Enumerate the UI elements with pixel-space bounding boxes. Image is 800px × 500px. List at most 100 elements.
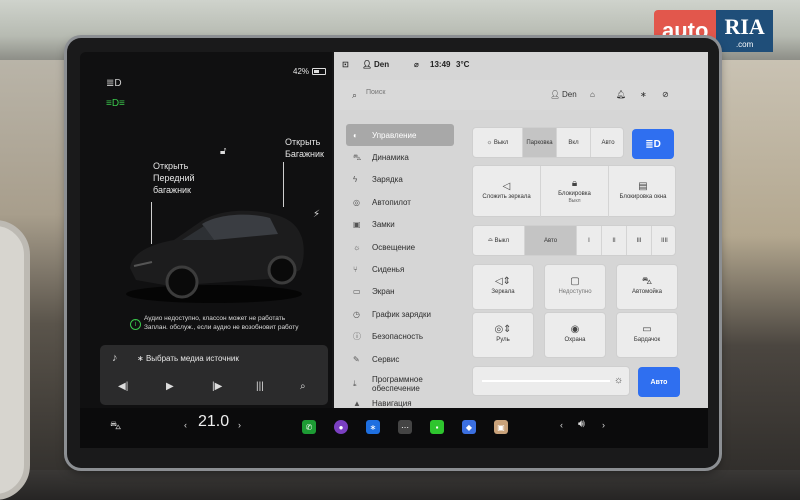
- equalizer-icon[interactable]: |||: [256, 381, 264, 392]
- headlight-button[interactable]: ≣D: [632, 129, 674, 159]
- green-app-icon[interactable]: ▪: [430, 420, 444, 434]
- bluetooth-status-icon[interactable]: ∗: [640, 90, 647, 99]
- volume-up-icon[interactable]: ›: [602, 420, 605, 430]
- lights-parking[interactable]: Парковка: [523, 128, 557, 157]
- sidebar-label: Динамика: [372, 153, 409, 163]
- profile-name[interactable]: Den: [374, 60, 389, 69]
- window-lock-button[interactable]: ▤ Блокировка окна: [609, 166, 677, 218]
- sun-small-icon: ☼: [486, 139, 494, 146]
- wipers-speed-4[interactable]: IIII: [652, 226, 677, 255]
- rear-trunk-button[interactable]: Открыть Багажник: [285, 136, 324, 160]
- bluetooth-icon[interactable]: ∗: [366, 420, 380, 434]
- steering-label: Руль: [496, 337, 510, 343]
- child-lock-button[interactable]: 🔒︎ Блокировка Выкл: [541, 166, 609, 218]
- mirrors-tile[interactable]: ◁⇕ Зеркала: [472, 264, 534, 310]
- sidebar-item-dynamics[interactable]: ⛍ Динамика: [346, 146, 454, 168]
- lights-off[interactable]: ☼ Выкл: [473, 128, 523, 157]
- photo-app-icon[interactable]: ▣: [494, 420, 508, 434]
- wipers-auto[interactable]: Авто: [525, 226, 577, 255]
- camera-icon: ▢: [570, 276, 580, 287]
- music-note-icon: ♪: [112, 352, 118, 364]
- sidebar-item-seats[interactable]: ⑂ Сиденья: [346, 258, 454, 280]
- cabin-temperature[interactable]: 21.0: [198, 413, 229, 431]
- media-search-icon[interactable]: ⌕: [300, 381, 306, 392]
- sidebar-item-locks[interactable]: ▣ Замки: [346, 214, 454, 236]
- brightness-sun-icon: ☼: [614, 375, 624, 386]
- car-icon[interactable]: ⛍: [110, 420, 121, 434]
- unavailable-tile: ▢ Недоступно: [544, 264, 606, 310]
- glovebox-label: Бардачок: [633, 337, 661, 343]
- user-icon[interactable]: 👤︎: [550, 90, 560, 99]
- sidebar-item-autopilot[interactable]: ◎ Автопилот: [346, 191, 454, 213]
- next-track-icon[interactable]: |▶: [212, 381, 222, 392]
- sidebar-label: Замки: [372, 220, 395, 230]
- sidebar-item-lighting[interactable]: ☼ Освещение: [346, 236, 454, 258]
- wipers-off-label: Выкл: [494, 237, 509, 244]
- car-wash-icon: ⛍: [641, 276, 653, 287]
- volume-down-icon[interactable]: ‹: [560, 420, 563, 430]
- maps-app-icon[interactable]: ◆: [462, 420, 476, 434]
- wipers-speed-1[interactable]: I: [577, 226, 602, 255]
- notification-icon[interactable]: 🔔︎: [616, 90, 626, 99]
- sidebar-item-controls[interactable]: ◐ Управление: [346, 124, 454, 147]
- steering-icon: ◎: [353, 197, 360, 207]
- brightness-slider[interactable]: [482, 380, 610, 382]
- fold-mirrors-button[interactable]: ◁ Сложить зеркала: [473, 166, 541, 218]
- sidebar-label: Зарядка: [372, 175, 403, 185]
- phone-icon[interactable]: ✆: [302, 420, 316, 434]
- lights-on[interactable]: Вкл: [557, 128, 591, 157]
- search-input[interactable]: [366, 89, 486, 96]
- toggle-icon: ◐: [353, 130, 358, 140]
- volume-icon[interactable]: 🔊︎: [578, 418, 585, 431]
- glovebox-tile[interactable]: ▭ Бардачок: [616, 312, 678, 358]
- temp-up-icon[interactable]: ›: [238, 420, 241, 430]
- car-wash-tile[interactable]: ⛍ Автомойка: [616, 264, 678, 310]
- charge-port-icon[interactable]: ⚡︎: [313, 209, 320, 220]
- sidebar-item-charging[interactable]: ϟ Зарядка: [346, 169, 454, 191]
- wipers-speed-3[interactable]: III: [627, 226, 652, 255]
- child-lock-label: Блокировка: [558, 190, 591, 197]
- more-apps-icon[interactable]: ⋯: [398, 420, 412, 434]
- lights-auto[interactable]: Авто: [591, 128, 625, 157]
- shield-icon: ⓘ: [353, 332, 361, 342]
- mute-icon: ⌀: [414, 60, 419, 69]
- window-icon: ▤: [638, 181, 648, 192]
- temp-down-icon[interactable]: ‹: [184, 420, 187, 430]
- unlock-icon[interactable]: 🔓︎: [220, 146, 226, 157]
- notice-line2: Заплан. обслуж., если аудио не возобнови…: [144, 324, 299, 331]
- profile-icon[interactable]: 👤︎: [362, 60, 372, 69]
- sidebar-label: Сиденья: [372, 265, 405, 275]
- wipers-speed-2[interactable]: II: [602, 226, 627, 255]
- sidebar-item-display[interactable]: ▭ Экран: [346, 281, 454, 303]
- media-source-button[interactable]: ∗ Выбрать медиа источник: [137, 354, 239, 363]
- search-bar: ⌕ 👤︎ Den ⌂ 🔔︎ ∗ ⊘: [334, 80, 708, 110]
- steering-tile[interactable]: ◎⇕ Руль: [472, 312, 534, 358]
- battery-percent: 42%: [293, 67, 310, 76]
- play-icon[interactable]: ▶: [166, 381, 174, 392]
- sidebar-label: Управление: [372, 130, 417, 140]
- home-icon[interactable]: ⌂: [590, 90, 595, 99]
- car-icon: ⛍: [353, 152, 362, 162]
- download-icon: ⤓: [353, 378, 357, 388]
- sidebar-item-schedule[interactable]: ◷ График зарядки: [346, 303, 454, 325]
- headlight-icon: ≣D: [106, 78, 122, 89]
- car-image: [126, 210, 304, 303]
- sidebar-item-safety[interactable]: ⓘ Безопасность: [346, 326, 454, 348]
- camera-app-icon[interactable]: ●: [334, 420, 348, 434]
- previous-track-icon[interactable]: ◀|: [118, 381, 128, 392]
- bolt-icon: ϟ: [353, 175, 358, 185]
- audio-notice: Аудио недоступно, классон может не работ…: [128, 314, 328, 332]
- child-lock-state: Выкл: [568, 197, 581, 204]
- sentry-tile[interactable]: ◉ Охрана: [544, 312, 606, 358]
- vehicle-panel: 42% ≣D ≡D≡ Открыть Передний багажник Отк…: [80, 52, 332, 408]
- photo-background-right: [710, 60, 800, 500]
- no-signal-icon: ⊘: [662, 90, 669, 99]
- search-user-name[interactable]: Den: [562, 90, 577, 99]
- bluetooth-icon: ∗: [137, 354, 146, 363]
- brightness-auto-button[interactable]: Авто: [638, 367, 680, 397]
- car-wash-label: Автомойка: [632, 289, 662, 295]
- wipers-off[interactable]: ⌓ Выкл: [473, 226, 525, 255]
- sidebar-item-software[interactable]: ⤓ Программное обеспечение: [346, 370, 454, 397]
- sidebar-item-service[interactable]: ✎ Сервис: [346, 348, 454, 370]
- mirrors-label: Зеркала: [491, 289, 515, 295]
